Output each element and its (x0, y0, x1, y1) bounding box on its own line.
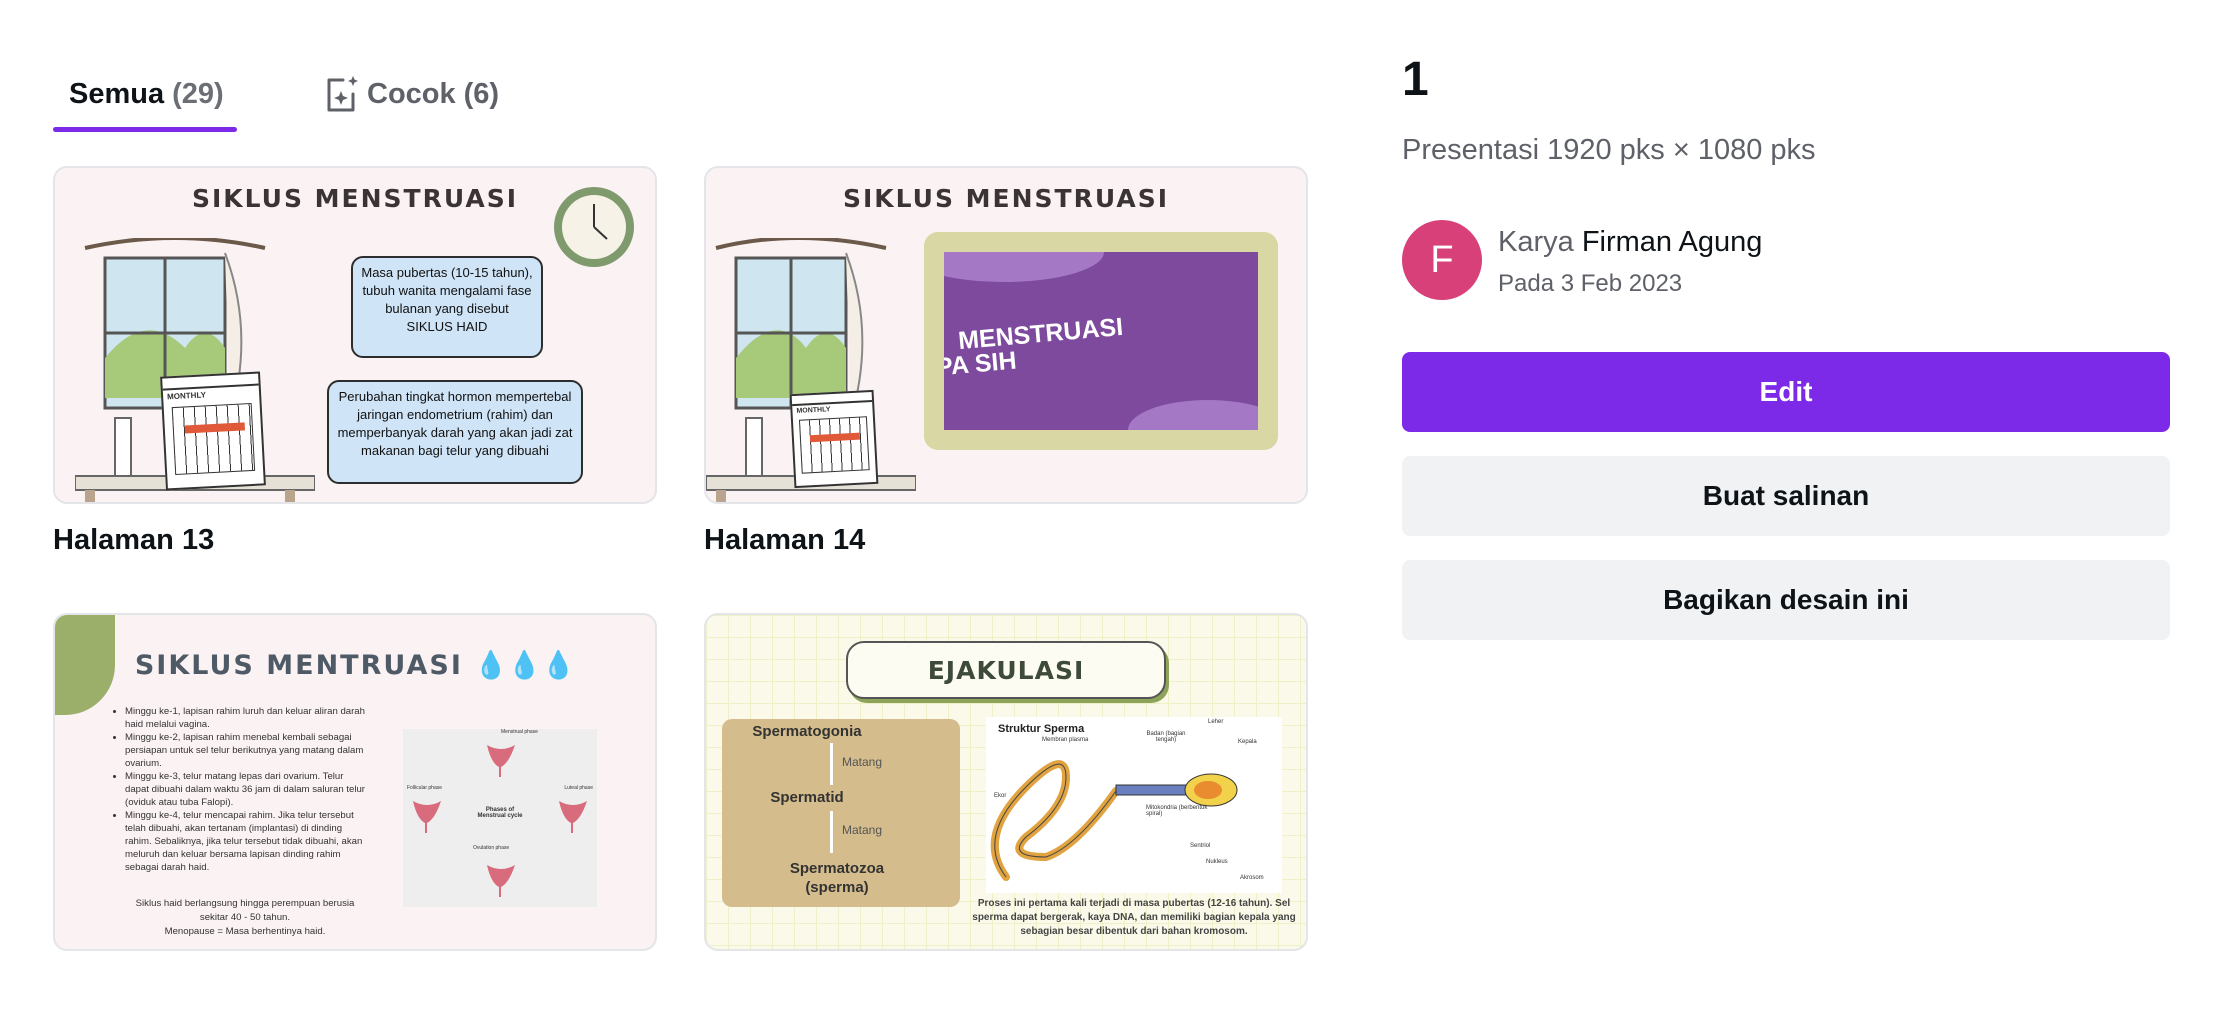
author-line: Karya Firman Agung (1498, 226, 1762, 259)
page-thumbnail[interactable]: EJAKULASI Spermatogonia Matang Spermatid… (704, 613, 1308, 951)
step-label: Spermatogonia (752, 723, 862, 740)
tab-cocok-label: Cocok (367, 77, 456, 110)
bullet-list: Minggu ke-1, lapisan rahim luruh dan kel… (125, 705, 365, 874)
uterus-icon (559, 801, 587, 833)
author-name[interactable]: Firman Agung (1582, 226, 1763, 258)
design-dimensions: Presentasi 1920 pks × 1080 pks (1402, 134, 1816, 166)
footer-line-1: Siklus haid berlangsung hingga perempuan… (135, 898, 355, 923)
bullet-item: Minggu ke-4, telur mencapai rahim. Jika … (125, 809, 365, 874)
clock-icon (554, 187, 634, 267)
cycle-label: Menstrual phase (501, 729, 538, 735)
uterus-icon (487, 745, 515, 777)
magic-document-icon (327, 76, 358, 112)
page-thumbnail[interactable]: SIKLUS MENTRUASI 💧💧💧 Minggu ke-1, lapisa… (53, 613, 657, 951)
step-sublabel: Matang (842, 823, 883, 837)
active-tab-indicator (53, 127, 237, 132)
footer-line-2: Menopause = Masa berhentinya haid. (164, 926, 326, 937)
arrow-down-icon (830, 743, 833, 785)
slide-caption: Proses ini pertama kali terjadi di masa … (972, 898, 1296, 937)
calendar-illustration: MONTHLY (160, 371, 266, 491)
sperm-structure-diagram: Struktur Sperma Membran plasma Badan (ba… (986, 717, 1282, 893)
tab-semua[interactable]: Semua (29) (53, 55, 237, 133)
calendar-illustration: MONTHLY (789, 389, 879, 489)
make-copy-button[interactable]: Buat salinan (1402, 456, 2170, 536)
diagram-label: Mitokondria (berbentuk spiral) (1146, 805, 1208, 817)
bullet-item: Minggu ke-1, lapisan rahim luruh dan kel… (125, 705, 365, 731)
tab-semua-count: (29) (172, 77, 224, 110)
avatar-letter: F (1430, 238, 1454, 281)
uterus-icon (487, 865, 515, 897)
bullet-item: Minggu ke-2, lapisan rahim menebal kemba… (125, 731, 365, 770)
arrow-down-icon (830, 811, 833, 853)
diagram-label: Kepala (1238, 739, 1257, 745)
diagram-label: Sentriol (1190, 843, 1211, 849)
tab-cocok-count: (6) (463, 77, 500, 110)
title-pill: EJAKULASI (846, 641, 1166, 699)
info-bubble-1: Masa pubertas (10-15 tahun), tubuh wanit… (351, 256, 543, 358)
video-preview: MENSTRUASI PA SIH (944, 252, 1258, 430)
step-label: Spermatozoa (sperma) (789, 860, 885, 896)
page-label: Halaman 13 (53, 524, 215, 556)
page-thumbnail[interactable]: SIKLUS MENSTRUASI MONTHLY Masa pubertas … (53, 166, 657, 504)
edit-button[interactable]: Edit (1402, 352, 2170, 432)
page-card-15[interactable]: SIKLUS MENTRUASI 💧💧💧 Minggu ke-1, lapisa… (53, 613, 657, 951)
diagram-label: Akrosom (1240, 875, 1264, 881)
video-text-line2: PA SIH (944, 346, 1018, 382)
slide-title: EJAKULASI (927, 655, 1085, 685)
bullet-item: Minggu ke-3, telur matang lepas dari ova… (125, 770, 365, 809)
uterus-icon (413, 801, 441, 833)
diagram-label: Ekor (994, 793, 1007, 799)
filter-tabs: Semua (29) Cocok (6) (53, 55, 1313, 133)
page-card-16[interactable]: EJAKULASI Spermatogonia Matang Spermatid… (704, 613, 1308, 951)
slide-footer: Siklus haid berlangsung hingga perempuan… (135, 897, 355, 939)
page-thumbnail[interactable]: SIKLUS MENSTRUASI MONTHLY MENSTRUASI PA … (704, 166, 1308, 504)
blood-drop-icons: 💧💧💧 (474, 650, 576, 681)
page-number: 1 (1402, 53, 1429, 106)
page-card-14[interactable]: SIKLUS MENSTRUASI MONTHLY MENSTRUASI PA … (704, 166, 1308, 556)
video-frame[interactable]: MENSTRUASI PA SIH (924, 232, 1278, 450)
diagram-label: Membran plasma (1042, 737, 1089, 743)
slide-title-text: SIKLUS MENTRUASI (134, 650, 463, 681)
step-label: Spermatid (770, 789, 844, 806)
diagram-label: Nukleus (1206, 859, 1228, 865)
design-info-panel: 1 Presentasi 1920 pks × 1080 pks F Karya… (1402, 0, 2172, 1013)
slide-title: SIKLUS MENSTRUASI (842, 184, 1170, 213)
diagram-label: Badan (bagian tengah) (1146, 731, 1186, 743)
diagram-label: Leher (1208, 719, 1224, 725)
tab-cocok[interactable]: Cocok (6) (325, 55, 525, 133)
cycle-center-label: Phases of Menstrual cycle (477, 807, 523, 819)
cycle-label: Follicular phase (407, 785, 443, 791)
cycle-label: Ovulation phase (473, 845, 510, 851)
page-card-13[interactable]: SIKLUS MENSTRUASI MONTHLY Masa pubertas … (53, 166, 657, 556)
tab-semua-label: Semua (69, 77, 165, 110)
author-prefix: Karya (1498, 226, 1574, 258)
share-design-button[interactable]: Bagikan desain ini (1402, 560, 2170, 640)
publish-date: Pada 3 Feb 2023 (1498, 270, 1683, 297)
cycle-label: Luteal phase (564, 785, 593, 791)
spermatogenesis-steps: Spermatogonia Matang Spermatid Matang Sp… (722, 719, 960, 907)
menstrual-cycle-diagram: Menstrual phase Follicular phase Luteal … (403, 729, 597, 907)
page-label: Halaman 14 (704, 524, 866, 556)
info-bubble-2: Perubahan tingkat hormon mempertebal jar… (327, 380, 583, 484)
slide-title: SIKLUS MENTRUASI 💧💧💧 (55, 649, 655, 681)
step-sublabel: Matang (842, 755, 883, 769)
avatar[interactable]: F (1402, 220, 1482, 300)
